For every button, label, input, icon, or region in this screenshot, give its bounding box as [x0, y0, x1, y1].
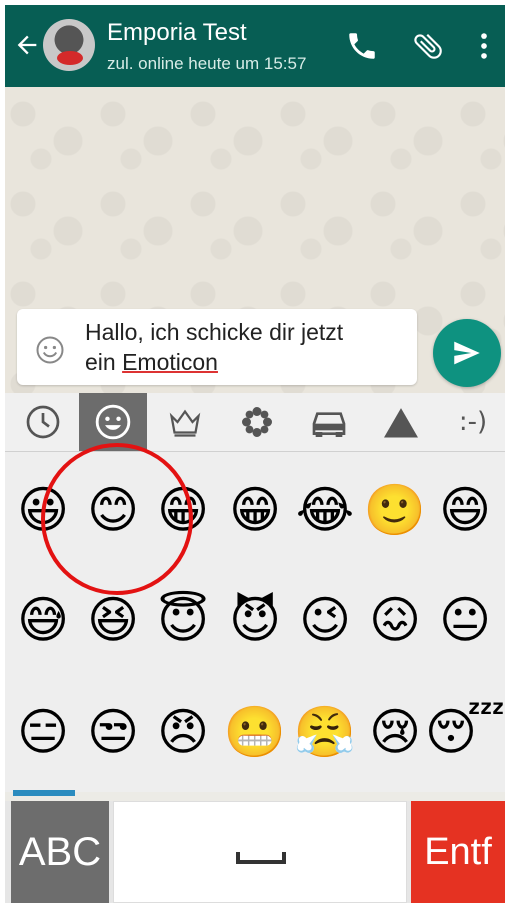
misspelled-word[interactable]: Emoticon	[122, 349, 218, 375]
message-input[interactable]: Hallo, ich schicke dir jetzt ein Emotico…	[17, 309, 417, 385]
emoji-cell[interactable]: 😈	[225, 590, 285, 650]
smiley-icon	[95, 404, 131, 440]
paperclip-icon[interactable]	[411, 29, 445, 63]
message-text[interactable]: Hallo, ich schicke dir jetzt ein Emotico…	[85, 317, 405, 377]
emoji-cell[interactable]: 😢	[365, 702, 425, 762]
tab-symbols[interactable]	[367, 393, 435, 451]
last-seen-status: zul. online heute um 15:57	[107, 54, 307, 73]
tab-recent[interactable]	[9, 393, 77, 451]
flower-icon	[242, 407, 272, 437]
emoji-cell[interactable]: 😐	[435, 590, 495, 650]
emoji-cell[interactable]: 😬	[224, 702, 286, 762]
emoji-cell[interactable]: 😇	[153, 590, 213, 650]
back-arrow-icon[interactable]	[13, 31, 41, 59]
emoji-cell[interactable]: 😁	[225, 480, 285, 540]
message-line-1: Hallo, ich schicke dir jetzt	[85, 319, 344, 345]
smiley-icon[interactable]	[35, 335, 65, 365]
keyboard-bottom-row: ABC Entf	[5, 801, 505, 903]
text-emoticon-label: :-)	[458, 407, 488, 437]
send-button[interactable]	[433, 319, 501, 387]
phone-icon[interactable]	[345, 29, 379, 63]
clock-icon	[26, 405, 60, 439]
abc-key[interactable]: ABC	[11, 801, 109, 903]
emoji-cell[interactable]: 😒	[83, 702, 143, 762]
chat-header: Emporia Test zul. online heute um 15:57	[5, 5, 505, 87]
emoji-cell[interactable]: 🙂	[364, 480, 426, 540]
avatar[interactable]	[43, 19, 95, 71]
highlight-circle	[41, 443, 193, 595]
emoji-cell[interactable]: 😤	[294, 702, 356, 762]
emoji-cell[interactable]: 😖	[365, 590, 425, 650]
tab-places[interactable]	[295, 393, 363, 451]
tab-nature[interactable]	[223, 393, 291, 451]
emoji-cell[interactable]: 😑	[13, 702, 73, 762]
screen: Emporia Test zul. online heute um 15:57 …	[5, 5, 505, 903]
triangle-icon	[384, 408, 418, 438]
delete-key[interactable]: Entf	[411, 801, 505, 903]
page-indicator	[13, 790, 75, 796]
contact-name[interactable]: Emporia Test	[107, 19, 247, 47]
send-icon	[454, 341, 480, 365]
chat-background: Hallo, ich schicke dir jetzt ein Emotico…	[5, 87, 505, 393]
emoji-cell[interactable]: 😠	[153, 702, 213, 762]
emoji-cell[interactable]: 😴	[425, 702, 505, 762]
emoji-cell[interactable]: 😄	[435, 480, 495, 540]
more-vert-icon[interactable]	[467, 29, 501, 63]
emoji-cell[interactable]: 😆	[83, 590, 143, 650]
space-bar-icon	[236, 852, 286, 864]
emoji-cell[interactable]: 😅	[13, 590, 73, 650]
emoji-category-bar: :-)	[5, 393, 505, 452]
tab-text-emoticons[interactable]: :-)	[439, 393, 505, 451]
car-icon	[312, 412, 346, 437]
space-key[interactable]	[113, 801, 407, 903]
crown-icon	[169, 409, 201, 437]
emoji-cell[interactable]: 😂	[295, 480, 355, 540]
message-line-2-prefix: ein	[85, 349, 123, 375]
emoji-cell[interactable]: 😉	[295, 590, 355, 650]
tab-objects[interactable]	[151, 393, 219, 451]
